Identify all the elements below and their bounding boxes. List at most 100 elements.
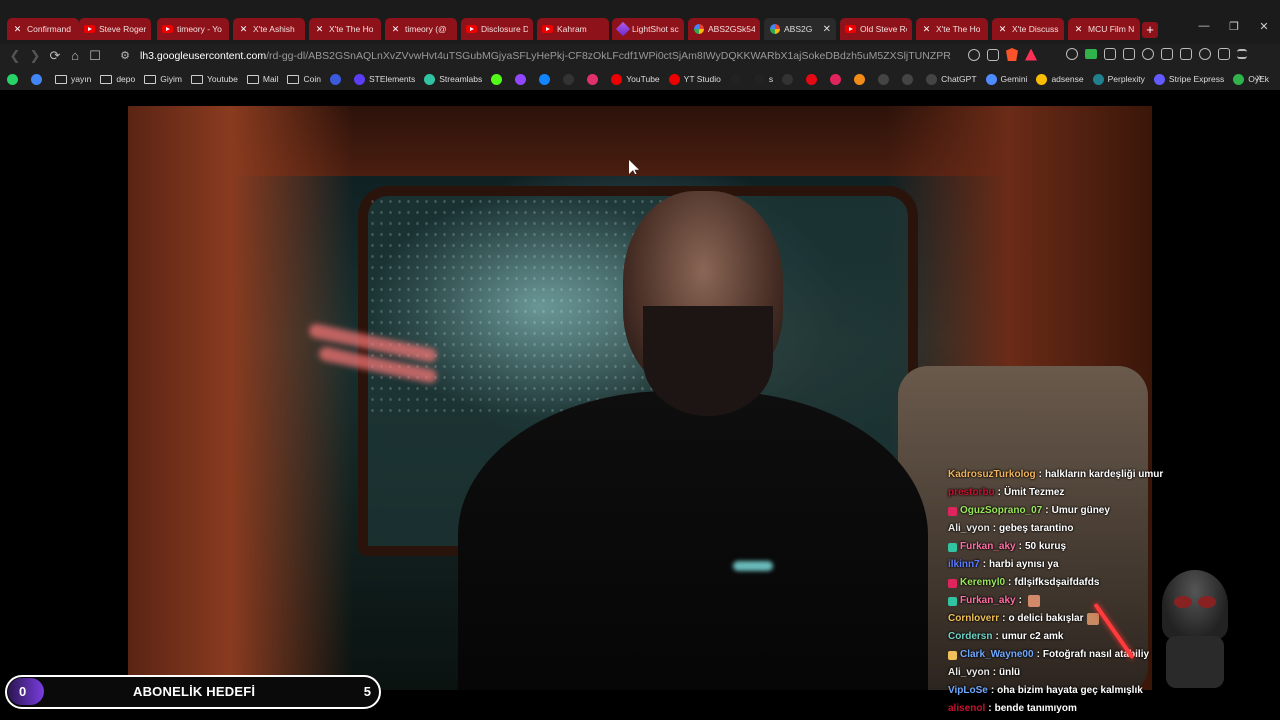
chat-separator: :	[1002, 613, 1006, 624]
chat-username: VipLoSe	[948, 685, 988, 696]
bookmark-icon[interactable]: ☐	[88, 49, 102, 63]
chat-separator: :	[982, 559, 987, 570]
bookmark-item[interactable]: ChatGPT	[926, 73, 977, 85]
chat-text: oha bizim hayata geç kalmışlık	[997, 685, 1143, 696]
vpn-icon[interactable]	[1218, 48, 1230, 60]
chat-separator: :	[1018, 541, 1022, 552]
tab[interactable]: ✕ X'te Ashish	[233, 18, 305, 40]
bookmark-item[interactable]	[830, 73, 845, 85]
bookmark-label: YT Studio	[683, 74, 721, 84]
tab[interactable]: ✕ timeory (@	[385, 18, 457, 40]
zoom-icon[interactable]	[968, 48, 980, 61]
bookmark-item[interactable]: Giyim	[144, 74, 182, 84]
bookmark-item[interactable]: Perplexity	[1092, 73, 1145, 85]
menu-icon[interactable]	[1237, 49, 1247, 59]
bookmark-item[interactable]: Mail	[246, 74, 278, 84]
bookmark-item[interactable]: YT Studio	[668, 73, 721, 85]
youtube-icon	[611, 73, 623, 85]
gemini-icon	[985, 73, 997, 85]
bookmark-item[interactable]: yayın	[55, 74, 91, 84]
cyan-light-reflection	[733, 561, 773, 571]
bookmark-item[interactable]	[806, 73, 821, 85]
bookmark-item[interactable]: Streamlabs	[424, 73, 482, 85]
bookmark-item[interactable]	[491, 73, 506, 85]
url-text[interactable]: lh3.googleusercontent.com/rd-gg-dl/ABS2G…	[140, 50, 950, 62]
bookmark-item[interactable]	[7, 73, 22, 85]
tab[interactable]: ABS2GSk54	[688, 18, 760, 40]
chat-username: OguzSoprano_07	[960, 505, 1043, 516]
tab[interactable]: ✕ X'te The Ho	[309, 18, 381, 40]
bookmark-item[interactable]	[31, 73, 46, 85]
chat-username: Cordersn	[948, 631, 993, 642]
close-window-icon[interactable]: ✕	[1254, 20, 1274, 33]
extension-green-icon[interactable]	[1085, 49, 1097, 59]
bookmark-item[interactable]	[878, 73, 893, 85]
chat-username: Furkan_aky	[960, 595, 1016, 606]
bookmark-item[interactable]: adsense	[1036, 73, 1084, 85]
chat-text: o delici bakışlar	[1008, 613, 1084, 624]
sidebar-icon[interactable]	[1161, 48, 1173, 60]
tab[interactable]: Steve Roger	[79, 18, 151, 40]
tab-close-icon[interactable]: ✕	[823, 24, 831, 35]
chat-badge-icon	[948, 578, 957, 588]
bookmark-item[interactable]	[782, 73, 797, 85]
bookmark-item[interactable]	[539, 73, 554, 85]
netflix-icon	[806, 73, 818, 85]
tab[interactable]: Kahram	[537, 18, 609, 40]
brave-rewards-icon[interactable]	[1025, 48, 1037, 61]
bookmark-item[interactable]	[854, 73, 869, 85]
tab[interactable]: ✕ MCU Film N	[1068, 18, 1140, 40]
bookmark-item[interactable]	[515, 73, 530, 85]
minimize-icon[interactable]: —	[1194, 20, 1214, 32]
person-beard	[643, 306, 773, 416]
tab-label: Disclosure D	[481, 24, 528, 34]
new-tab-button[interactable]: +	[1142, 22, 1158, 38]
bookmark-item[interactable]: depo	[100, 74, 135, 84]
extension-icon[interactable]	[1123, 48, 1135, 60]
reload-icon[interactable]: ⟳	[48, 49, 62, 63]
bookmarks-overflow-icon[interactable]: »	[1256, 72, 1262, 84]
back-icon[interactable]: ❮	[8, 49, 22, 63]
bookmark-item[interactable]	[587, 73, 602, 85]
leo-ai-icon[interactable]	[1199, 48, 1211, 60]
home-icon[interactable]: ⌂	[68, 49, 82, 63]
chat-separator: :	[997, 487, 1002, 498]
site-info-icon[interactable]: ⚙	[118, 49, 132, 63]
chat-separator: :	[995, 631, 999, 642]
tab[interactable]: ✕ Confirmand	[7, 18, 79, 40]
bookmark-item[interactable]: OyEk	[1233, 73, 1269, 85]
address-bar[interactable]: ⚙ lh3.googleusercontent.com/rd-gg-dl/ABS…	[110, 46, 1060, 66]
brave-shields-icon[interactable]	[1006, 48, 1018, 61]
chat-username: ilkinn7	[948, 559, 980, 570]
chat-badge-icon	[948, 596, 957, 606]
tab[interactable]: ABS2G ✕	[764, 18, 836, 40]
bookmark-item[interactable]: Gemini	[985, 73, 1027, 85]
bookmark-item[interactable]	[729, 73, 745, 85]
extension-icon[interactable]	[1066, 48, 1078, 60]
tab[interactable]: LightShot sc	[612, 18, 684, 40]
share-icon[interactable]	[987, 48, 999, 61]
forward-icon[interactable]: ❯	[28, 49, 42, 63]
wallet-icon[interactable]	[1180, 48, 1192, 60]
bookmark-item[interactable]: Youtube	[190, 74, 238, 84]
google-icon	[31, 73, 42, 85]
tab[interactable]: Old Steve Ro	[840, 18, 912, 40]
x-icon	[563, 73, 575, 85]
bookmark-item[interactable]: STElements	[353, 73, 415, 85]
tab[interactable]: ✕ X'te Discuss	[992, 18, 1064, 40]
bookmark-item[interactable]: YouTube	[611, 73, 660, 85]
media-icon[interactable]	[1142, 48, 1154, 60]
app-icon	[830, 73, 842, 85]
tab-label: timeory (@	[405, 24, 447, 34]
bookmark-item[interactable]	[563, 73, 578, 85]
bookmark-item[interactable]: Coin	[287, 74, 321, 84]
bookmark-item[interactable]: Stripe Express	[1153, 73, 1224, 85]
tab[interactable]: Disclosure D	[461, 18, 533, 40]
bookmark-item[interactable]: s	[753, 73, 773, 85]
maximize-icon[interactable]: ❐	[1224, 20, 1244, 33]
bookmark-item[interactable]	[902, 73, 917, 85]
tab[interactable]: timeory - Yo	[157, 18, 229, 40]
extensions-puzzle-icon[interactable]	[1104, 48, 1116, 60]
tab[interactable]: ✕ X'te The Ho	[916, 18, 988, 40]
bookmark-item[interactable]	[329, 73, 345, 85]
